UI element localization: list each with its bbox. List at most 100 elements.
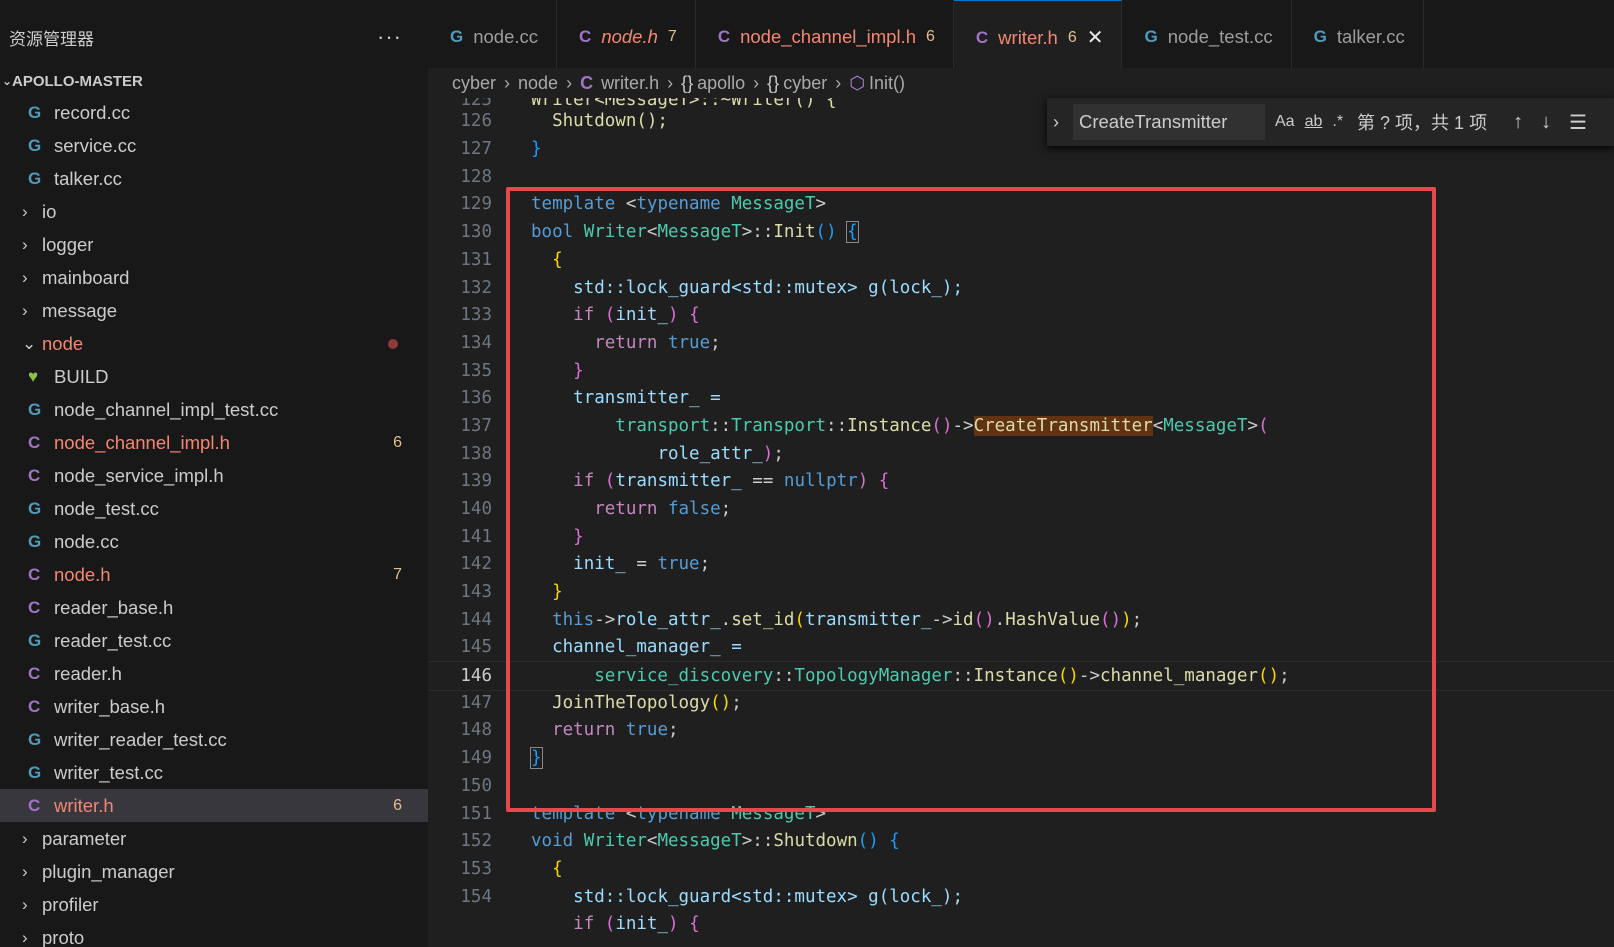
breadcrumb-item[interactable]: node [518,73,558,94]
workspace-root[interactable]: ⌄ APOLLO-MASTER [0,70,428,92]
code-token: MessageT [657,222,742,242]
tab-node.cc[interactable]: Gnode.cc [428,0,558,73]
folder-node[interactable]: ⌄ node [0,327,428,360]
editor-tabs: Gnode.cc Cnode.h 7 Cnode_channel_impl.h 6 Cwr… [428,0,1614,74]
folder-logger[interactable]: › logger [0,228,428,261]
arrow-up-icon[interactable]: ↑ [1513,111,1523,134]
breadcrumb-item[interactable]: Init() [869,73,905,94]
tab-label: node_channel_impl.h [740,26,916,47]
breadcrumb-item[interactable]: writer.h [601,73,659,94]
code-token: typename [636,804,721,824]
file-writer_test.cc[interactable]: Gwriter_test.cc [0,756,428,789]
chevron-down-icon: ⌄ [2,74,13,88]
line-number: 142 [460,554,492,574]
chevron-right-icon: › [566,72,573,93]
chevron-right-icon: › [504,72,511,93]
breadcrumb: cyber › node › C writer.h › {} apollo › … [428,68,1614,98]
menu-icon[interactable]: ☰ [1569,110,1587,135]
close-icon[interactable]: ✕ [1087,25,1104,50]
line-number: 135 [460,361,492,381]
file-writer.h[interactable]: Cwriter.h 6 [0,789,428,822]
code-token: transport [615,416,711,436]
file-reader.h[interactable]: Creader.h [0,657,428,690]
breadcrumb-item[interactable]: cyber [452,73,496,94]
code-token: true [625,720,668,740]
match-count: 第 ? 项，共 1 项 [1357,113,1488,133]
tab-talker.cc[interactable]: Gtalker.cc [1292,0,1424,73]
cpp-file-icon: G [28,729,42,749]
tab-problem-count: 6 [1067,28,1077,46]
code-editor[interactable]: 125 Writer<MessageT>::~Writer() { 126 Sh… [428,98,1614,947]
code-token: role_attr_ [615,610,721,630]
folder-profiler[interactable]: › profiler [0,888,428,921]
folder-plugin_manager[interactable]: › plugin_manager [0,855,428,888]
file-node_test.cc[interactable]: Gnode_test.cc [0,492,428,525]
tab-writer.h[interactable]: Cwriter.h 6 ✕ [953,0,1123,73]
code-token: transmitter_ [615,471,742,491]
file-node_channel_impl_test.cc[interactable]: Gnode_channel_impl_test.cc [0,393,428,426]
chevron-down-icon: ⌄ [22,333,37,353]
tab-node.h[interactable]: Cnode.h 7 [557,0,696,73]
tab-node_channel_impl.h[interactable]: Cnode_channel_impl.h 6 [696,0,954,73]
find-input[interactable] [1073,104,1265,140]
match-whole-word-toggle[interactable]: ab [1305,113,1323,131]
c-header-icon: C [28,564,41,584]
file-talker.cc[interactable]: Gtalker.cc [0,162,428,195]
file-writer_base.h[interactable]: Cwriter_base.h [0,690,428,723]
file-node.h[interactable]: Cnode.h 7 [0,558,428,591]
more-actions-icon[interactable]: ··· [377,24,402,50]
cpp-file-icon: G [1144,27,1158,46]
cpp-file-icon: G [28,630,42,650]
file-node_service_impl.h[interactable]: Cnode_service_impl.h [0,459,428,492]
code-token: true [657,554,700,574]
c-header-icon: C [28,597,41,617]
file-reader_test.cc[interactable]: Greader_test.cc [0,624,428,657]
file-node_channel_impl.h[interactable]: Cnode_channel_impl.h 6 [0,426,428,459]
file-record.cc[interactable]: Grecord.cc [0,96,428,129]
file-reader_base.h[interactable]: Creader_base.h [0,591,428,624]
bazel-build-icon: ♥ [28,366,39,386]
code-token: init_ [573,554,626,574]
breadcrumb-item[interactable]: apollo [697,73,745,94]
code-line: 154 std::lock_guard<std::mutex> g(lock_)… [428,883,1614,911]
file-service.cc[interactable]: Gservice.cc [0,129,428,162]
code-token: return [594,333,658,353]
chevron-right-icon: › [22,201,28,221]
folder-parameter[interactable]: › parameter [0,822,428,855]
code-token: MessageT [657,831,742,851]
file-BUILD[interactable]: ♥ BUILD [0,360,428,393]
code-token: TopologyManager [794,666,953,686]
code-token: return [552,720,616,740]
folder-proto[interactable]: › proto [0,921,428,947]
code-token: transmitter_ [804,610,932,630]
code-text: Shutdown(); [552,111,668,131]
line-number: 146 [460,666,492,686]
chevron-right-icon: › [835,72,842,93]
breadcrumb-item[interactable]: cyber [783,73,827,94]
chevron-right-icon: › [22,927,28,947]
code-token: Init [773,222,816,242]
code-line: 136 transmitter_ = [428,384,1614,412]
tree-item-label: proto [42,926,85,947]
cpp-file-icon: G [28,135,42,155]
code-token: Instance [973,666,1058,686]
cpp-file-icon: G [28,498,42,518]
file-writer_reader_test.cc[interactable]: Gwriter_reader_test.cc [0,723,428,756]
tab-node_test.cc[interactable]: Gnode_test.cc [1122,0,1292,73]
chevron-right-icon[interactable]: › [1053,112,1073,133]
chevron-right-icon: › [22,234,28,254]
folder-message[interactable]: › message [0,294,428,327]
match-case-toggle[interactable]: Aa [1275,113,1295,131]
folder-io[interactable]: › io [0,195,428,228]
regex-toggle[interactable]: .* [1332,113,1343,131]
tree-item-label: talker.cc [54,167,122,189]
cpp-file-icon: G [28,762,42,782]
code-token: if [573,305,595,325]
tree-item-label: node.cc [54,530,119,552]
line-number: 138 [460,444,492,464]
code-token: channel_manager [1100,666,1259,686]
file-node.cc[interactable]: Gnode.cc [0,525,428,558]
folder-mainboard[interactable]: › mainboard [0,261,428,294]
code-token: role_attr_ [657,444,763,464]
arrow-down-icon[interactable]: ↓ [1541,111,1551,134]
